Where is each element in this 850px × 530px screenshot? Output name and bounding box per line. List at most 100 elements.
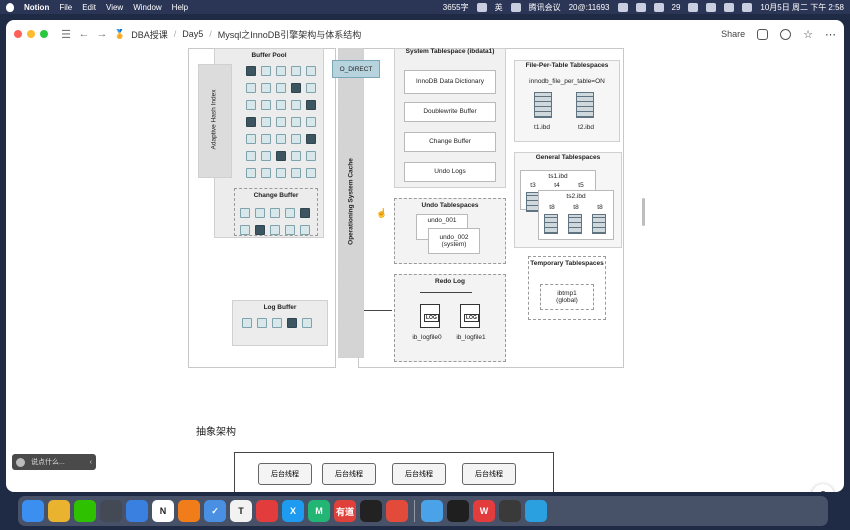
menu-edit[interactable]: Edit <box>82 3 96 12</box>
wechat-count: 29 <box>671 2 681 12</box>
dock-things-icon[interactable]: ✓ <box>204 500 226 522</box>
menu-app-name[interactable]: Notion <box>24 3 49 12</box>
right-resize-handle[interactable] <box>642 198 645 226</box>
system-tablespace-label: System Tablespace (ibdata1) <box>405 48 495 55</box>
meeting-status[interactable]: 腾讯会议 <box>529 2 561 13</box>
page-cell <box>246 83 256 93</box>
comment-icon[interactable] <box>757 28 769 40</box>
table-file-icon <box>576 92 594 118</box>
dock-terminal-preview-icon[interactable] <box>100 500 122 522</box>
back-arrow-icon[interactable]: ← <box>78 28 90 40</box>
dock-wps-icon[interactable]: W <box>473 500 495 522</box>
dock-separator <box>414 500 415 522</box>
input-method-label[interactable]: 英 <box>495 2 503 13</box>
breadcrumb-dba[interactable]: DBA授课 <box>131 28 168 41</box>
collapse-chevron-icon[interactable]: ‹ <box>90 459 92 466</box>
bluetooth-icon[interactable] <box>706 2 717 12</box>
sync-icon[interactable] <box>617 2 628 12</box>
apple-icon[interactable] <box>6 2 14 12</box>
innodb-data-dictionary-box: InnoDB Data Dictionary <box>404 70 496 94</box>
dock-screen-record-icon[interactable] <box>499 500 521 522</box>
menu-help[interactable]: Help <box>172 3 188 12</box>
innodb-architecture-diagram: Buffer Pool Adaptive Hash Index Change B… <box>188 48 628 370</box>
page-cell <box>291 134 301 144</box>
word-count: 3655字 <box>442 2 469 12</box>
wechat-status-icon[interactable] <box>653 2 664 12</box>
medal-icon: 🏅 <box>114 28 126 39</box>
background-thread-box: 后台线程 <box>322 463 376 485</box>
ib-logfile1-label: ib_logfile1 <box>456 334 486 341</box>
page-cell <box>246 117 256 127</box>
dock-notion-icon[interactable]: N <box>152 500 174 522</box>
page-cell <box>257 318 267 328</box>
minimize-window-button[interactable] <box>27 30 35 38</box>
page-cell <box>270 208 280 218</box>
t3-label: t3 <box>530 182 536 189</box>
clock-icon[interactable] <box>688 2 699 12</box>
redo-cycle-line <box>420 292 472 293</box>
sublime-status-icon[interactable] <box>510 2 521 12</box>
dock-tencent-meeting-icon[interactable] <box>386 500 408 522</box>
dock-netease-music-icon[interactable] <box>256 500 278 522</box>
page-cell <box>302 318 312 328</box>
menu-lines-icon[interactable]: ☰ <box>60 28 72 41</box>
table-file-icon <box>534 92 552 118</box>
menu-file[interactable]: File <box>59 3 72 12</box>
dock-intellij-icon[interactable]: M <box>308 500 330 522</box>
page-cell <box>285 208 295 218</box>
page-cell <box>261 66 271 76</box>
background-thread-box: 后台线程 <box>392 463 446 485</box>
title-bar: ☰ ← → 🏅 DBA授课 / Day5 / Mysql之InnoDB引擎架构与… <box>6 20 844 48</box>
wifi-icon[interactable] <box>724 2 735 12</box>
dock-sublime-icon[interactable] <box>178 500 200 522</box>
star-icon[interactable]: ☆ <box>803 28 813 41</box>
dock-wechat-icon[interactable] <box>74 500 96 522</box>
t5-label: t5 <box>578 182 584 189</box>
dock-dingtalk-icon[interactable] <box>421 500 443 522</box>
page-cell <box>276 100 286 110</box>
dock-finder-icon[interactable] <box>22 500 44 522</box>
page-cell <box>240 225 250 235</box>
help-button[interactable]: ? <box>812 484 834 492</box>
menubar-datetime[interactable]: 10月5日 周二 下午 2:58 <box>760 2 844 13</box>
page-content: Buffer Pool Adaptive Hash Index Change B… <box>6 48 844 492</box>
chat-input[interactable]: 说点什么... ‹ <box>12 454 96 470</box>
undo-tablespaces-label: Undo Tablespaces <box>421 202 479 209</box>
zoom-window-button[interactable] <box>40 30 48 38</box>
more-options-icon[interactable]: ⋯ <box>825 28 836 41</box>
redo-log-area <box>394 274 506 362</box>
search-icon[interactable] <box>742 2 753 12</box>
ibtmp1-box: ibtmp1 (global) <box>540 284 594 310</box>
forward-arrow-icon[interactable]: → <box>96 28 108 40</box>
table-file-icon <box>592 214 606 234</box>
doublewrite-buffer-box: Doublewrite Buffer <box>404 102 496 122</box>
mouse-cursor-icon: ☝ <box>376 208 388 218</box>
breadcrumb-day5[interactable]: Day5 <box>182 29 203 39</box>
dock-chrome-icon[interactable] <box>48 500 70 522</box>
input-method-icon[interactable] <box>476 2 487 12</box>
dock-qq-icon[interactable] <box>360 500 382 522</box>
qq-status-icon[interactable] <box>635 2 646 12</box>
share-button[interactable]: Share <box>721 29 745 39</box>
dock-activity-monitor-icon[interactable] <box>447 500 469 522</box>
t8-label: t8 <box>573 204 579 211</box>
log-write-arrow <box>364 310 392 311</box>
page-cell <box>246 100 256 110</box>
close-window-button[interactable] <box>14 30 22 38</box>
dock-app-teal-icon[interactable] <box>525 500 547 522</box>
dock-app-blue-icon[interactable] <box>126 500 148 522</box>
emoji-icon[interactable] <box>16 457 25 467</box>
table-file-icon <box>568 214 582 234</box>
dock-youdao-icon[interactable]: 有道 <box>334 500 356 522</box>
dock-xmind-icon[interactable]: X <box>282 500 304 522</box>
dock-typora-icon[interactable]: T <box>230 500 252 522</box>
log-buffer-label: Log Buffer <box>263 304 297 311</box>
o-direct-arrow: O_DIRECT <box>332 60 380 78</box>
page-cell <box>300 225 310 235</box>
history-clock-icon[interactable] <box>780 28 792 40</box>
change-buffer-system-box: Change Buffer <box>404 132 496 152</box>
menu-view[interactable]: View <box>106 3 123 12</box>
menu-window[interactable]: Window <box>133 3 161 12</box>
meeting-id: 20@:11693 <box>568 2 610 12</box>
breadcrumb-page[interactable]: Mysql之InnoDB引擎架构与体系结构 <box>218 28 362 41</box>
